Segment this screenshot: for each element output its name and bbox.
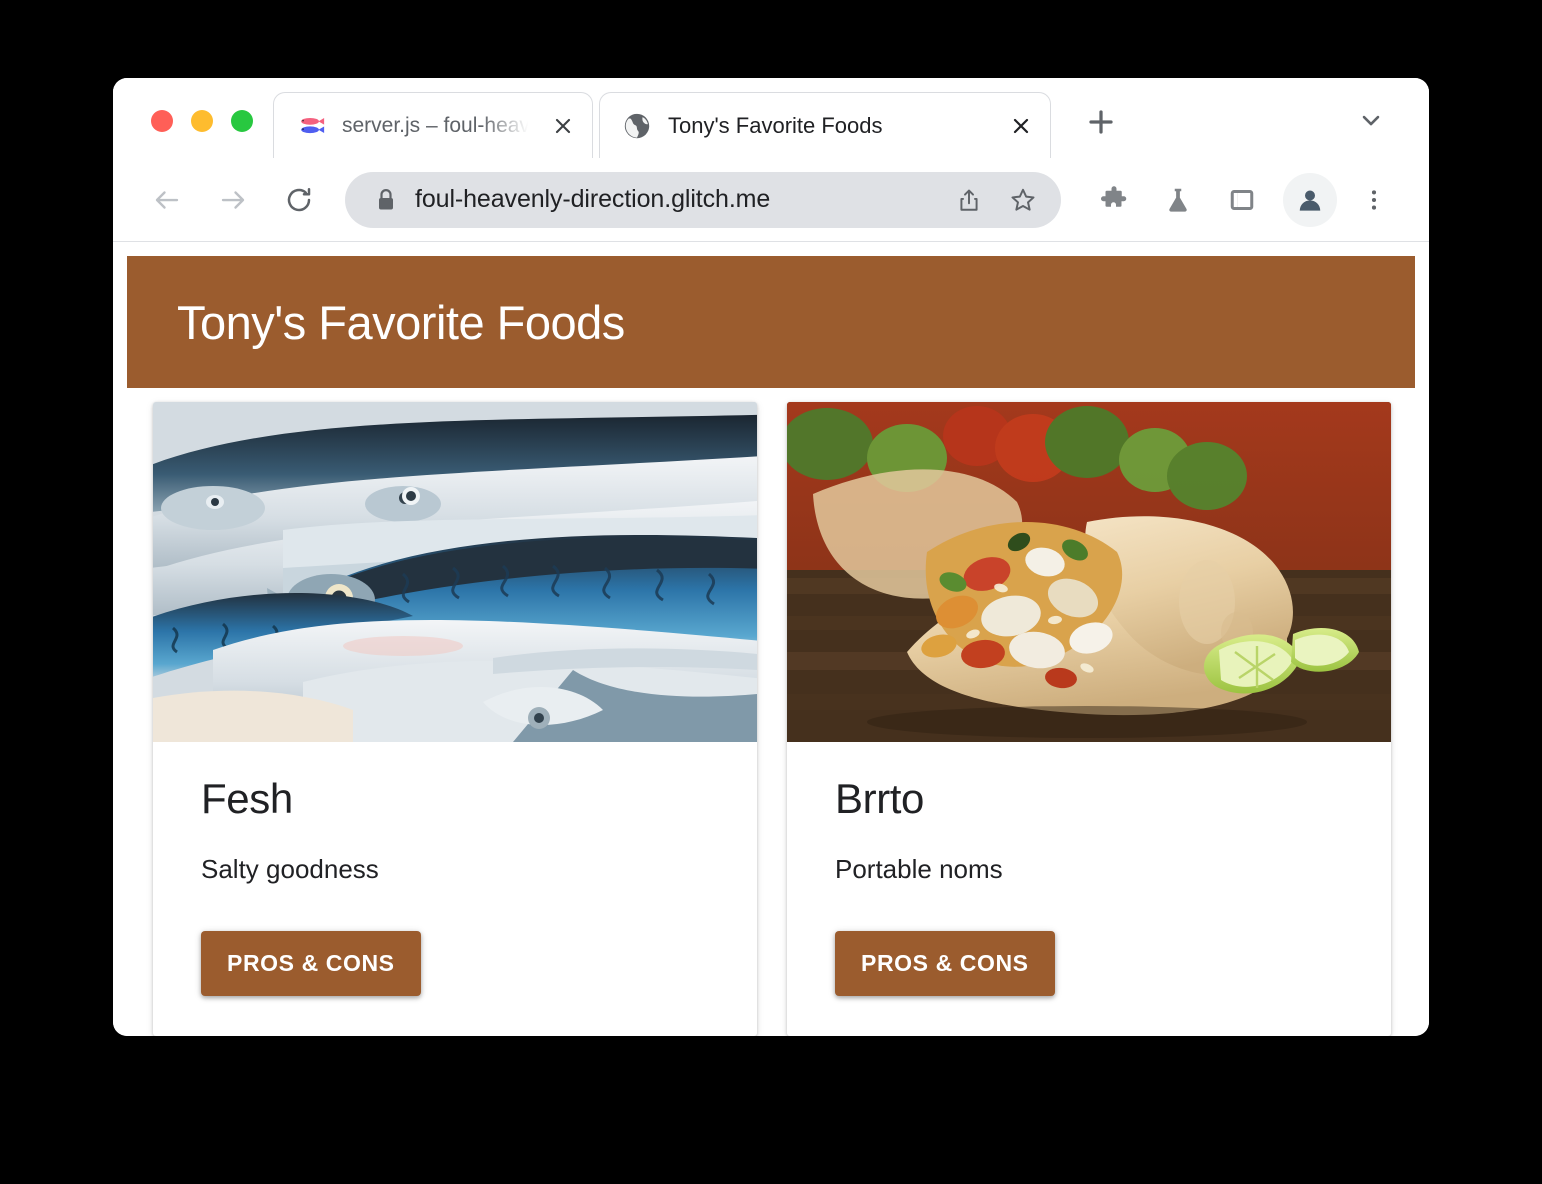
food-card-grid: Fesh Salty goodness PROS & CONS Brrto Po… xyxy=(113,388,1429,1036)
address-bar[interactable]: foul-heavenly-direction.glitch.me xyxy=(345,171,1061,228)
share-icon[interactable] xyxy=(945,176,993,224)
fresh-mackerel-photo xyxy=(153,402,757,742)
food-card[interactable]: Brrto Portable noms PROS & CONS xyxy=(787,402,1391,1036)
pros-and-cons-button[interactable]: PROS & CONS xyxy=(201,931,421,997)
food-card-body: Fesh Salty goodness xyxy=(153,742,757,885)
food-card-body: Brrto Portable noms xyxy=(787,742,1391,885)
reload-button[interactable] xyxy=(271,172,327,228)
side-panel-icon[interactable] xyxy=(1215,173,1269,227)
close-window-button[interactable] xyxy=(151,110,173,132)
window-traffic-lights xyxy=(113,110,273,158)
food-card[interactable]: Fesh Salty goodness PROS & CONS xyxy=(153,402,757,1036)
tab-title: Tony's Favorite Foods xyxy=(668,112,883,138)
extensions-puzzle-icon[interactable] xyxy=(1087,173,1141,227)
tab-server-js[interactable]: server.js – foul-heavenly-dir xyxy=(273,92,593,158)
bookmark-star-icon[interactable] xyxy=(999,176,1047,224)
chevron-down-icon[interactable] xyxy=(1347,96,1395,144)
zoom-window-button[interactable] xyxy=(231,110,253,132)
tab-tonys-favorite-foods[interactable]: Tony's Favorite Foods xyxy=(599,92,1051,158)
tab-title: server.js – foul-heavenly-dir xyxy=(342,113,536,137)
page-content: Tony's Favorite Foods Fesh Salty goodnes… xyxy=(113,242,1429,1036)
profile-avatar[interactable] xyxy=(1283,172,1337,227)
globe-icon xyxy=(622,111,652,141)
pros-and-cons-button[interactable]: PROS & CONS xyxy=(835,931,1055,997)
back-button[interactable] xyxy=(139,172,195,228)
food-card-actions: PROS & CONS xyxy=(787,885,1391,1036)
food-card-actions: PROS & CONS xyxy=(153,885,757,1036)
experiments-flask-icon[interactable] xyxy=(1151,173,1205,227)
browser-toolbar: foul-heavenly-direction.glitch.me xyxy=(113,158,1429,242)
tab-strip: server.js – foul-heavenly-dir Tony's F xyxy=(113,78,1429,158)
food-card-subtitle: Salty goodness xyxy=(201,854,379,885)
minimize-window-button[interactable] xyxy=(191,110,213,132)
two-fish-icon xyxy=(296,111,326,141)
browser-window: server.js – foul-heavenly-dir Tony's F xyxy=(113,78,1429,1036)
food-card-subtitle: Portable noms xyxy=(835,854,1003,885)
new-tab-button[interactable] xyxy=(1077,98,1125,146)
food-card-title: Fesh xyxy=(201,775,293,822)
forward-button[interactable] xyxy=(205,172,261,228)
url-text[interactable]: foul-heavenly-direction.glitch.me xyxy=(415,185,939,214)
food-card-title: Brrto xyxy=(835,775,925,822)
lock-icon xyxy=(375,187,397,213)
close-icon[interactable] xyxy=(1006,111,1036,141)
site-header: Tony's Favorite Foods xyxy=(127,256,1415,388)
tab-list: server.js – foul-heavenly-dir Tony's F xyxy=(273,78,1051,158)
page-title: Tony's Favorite Foods xyxy=(177,295,625,349)
browser-menu-icon[interactable] xyxy=(1347,173,1401,227)
close-icon[interactable] xyxy=(548,111,578,141)
chicken-burrito-photo xyxy=(787,402,1391,742)
